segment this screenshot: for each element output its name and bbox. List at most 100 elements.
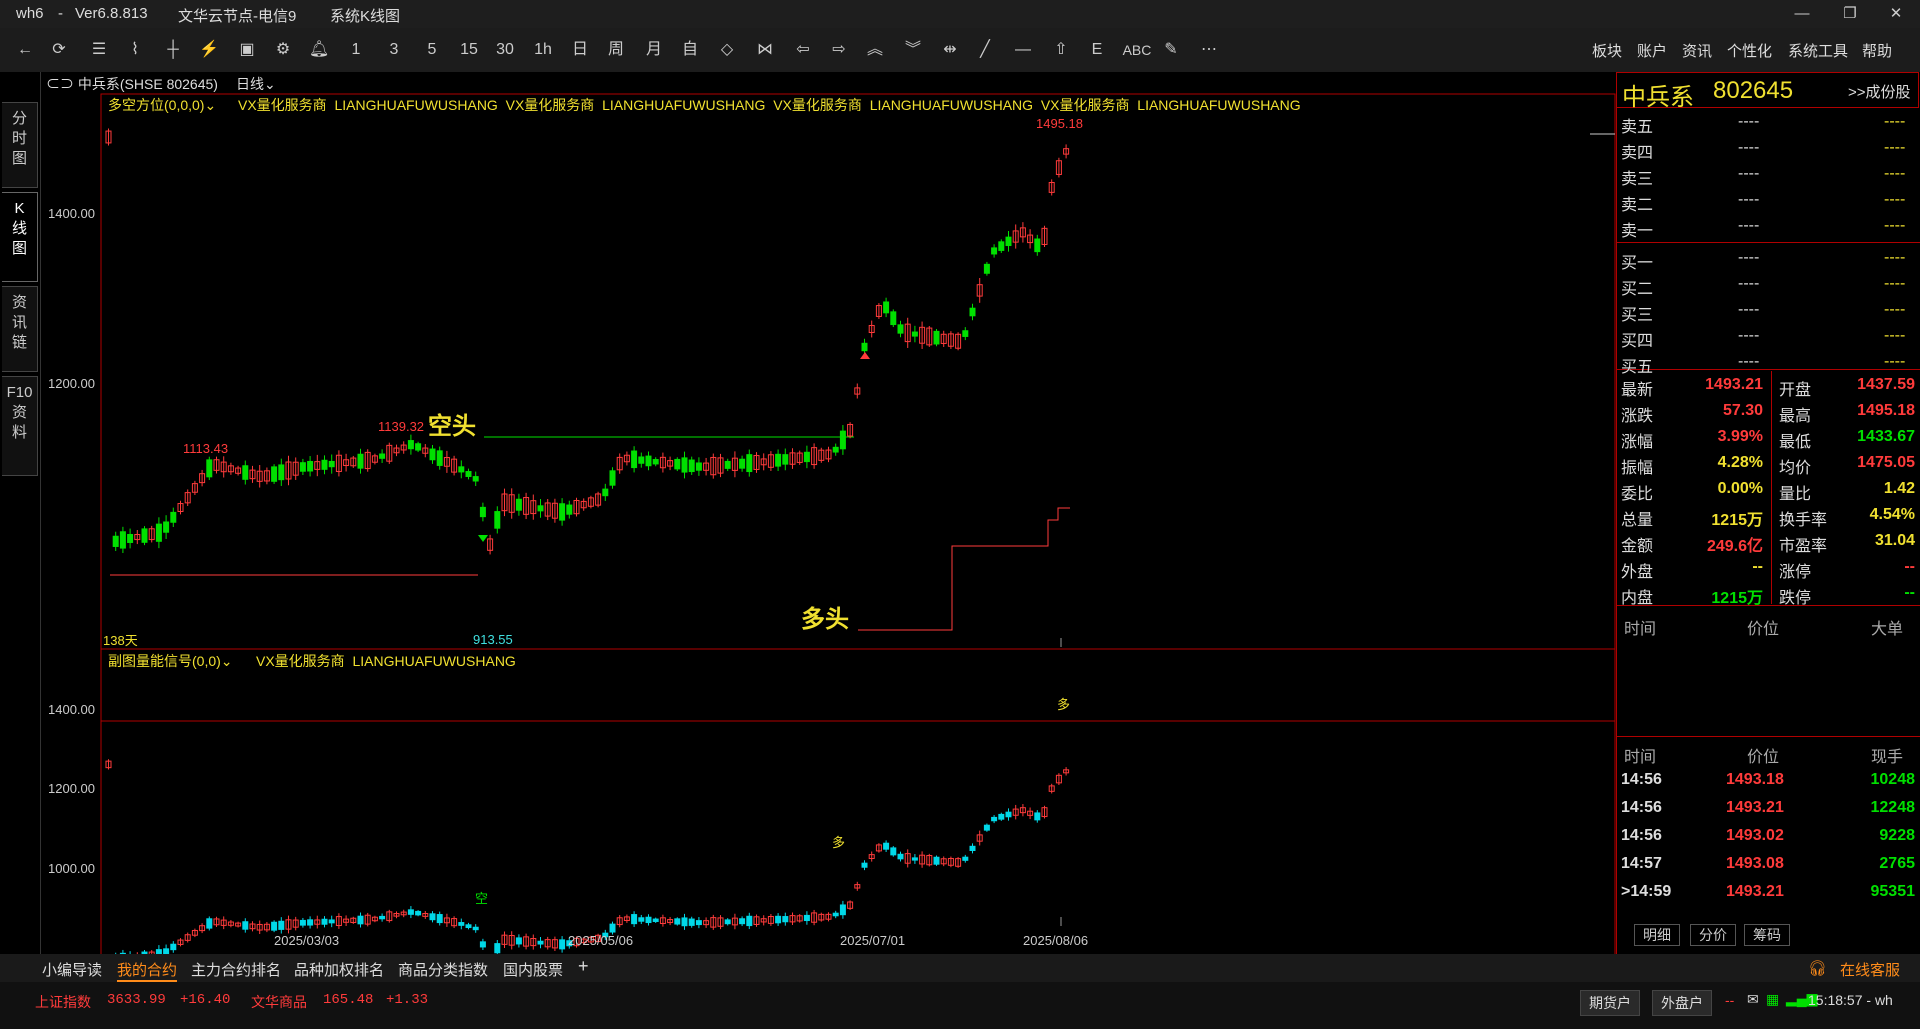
tab-editor-guide[interactable]: 小编导读 — [42, 959, 102, 980]
big-order-header: 时间 价位 大单 — [1616, 612, 1920, 638]
list-view-icon[interactable]: ☰ — [86, 36, 112, 64]
menu-account[interactable]: 账户 — [1637, 40, 1667, 61]
candle — [782, 454, 789, 465]
online-service-link[interactable]: 在线客服 — [1840, 959, 1900, 980]
refresh-icon[interactable]: ⟳ — [46, 36, 72, 64]
ask-row[interactable]: 卖四 ---- ---- — [1616, 136, 1920, 162]
period-week[interactable]: 周 — [604, 36, 628, 64]
menu-sector[interactable]: 板块 — [1592, 40, 1622, 61]
stat-row: 委比 0.00% 量比 1.42 — [1616, 477, 1920, 503]
bid-vol: ---- — [1884, 275, 1906, 292]
close-icon[interactable]: ✕ — [1882, 3, 1910, 25]
quote-panel: 中兵系 802645 >>成份股 卖五 ---- ---- 卖四 ---- ---- 卖… — [1616, 72, 1920, 954]
stat-label: 开盘 — [1779, 382, 1812, 399]
candle-icon[interactable]: ┼ — [160, 36, 186, 64]
bid-row[interactable]: 买一 ---- ---- — [1616, 246, 1920, 272]
alarm-bell-icon[interactable]: 🔔︎ — [306, 36, 332, 64]
restore-icon[interactable]: ❐ — [1836, 3, 1864, 25]
kline-chart[interactable] — [0, 72, 1616, 954]
signal-kong: 空 — [475, 891, 489, 906]
bid-row[interactable]: 买四 ---- ---- — [1616, 324, 1920, 350]
add-tab-button[interactable]: + — [578, 956, 589, 977]
tab-detail[interactable]: 明细 — [1634, 924, 1680, 946]
tab-commodity-index[interactable]: 商品分类指数 — [398, 959, 488, 980]
sub-candle — [652, 918, 659, 922]
stat-label: 最新 — [1621, 382, 1654, 399]
candle — [933, 330, 940, 345]
screen-icon[interactable]: ▣ — [234, 36, 260, 64]
minimize-icon[interactable]: — — [1788, 3, 1816, 25]
bear-annotation: 空头 — [428, 411, 476, 440]
candle — [674, 458, 681, 470]
ask-row[interactable]: 卖五 ---- ---- — [1616, 110, 1920, 136]
app-version: Ver6.8.813 — [75, 5, 148, 22]
more-icon[interactable]: ⋯ — [1196, 36, 1222, 64]
ask-row[interactable]: 卖一 ---- ---- — [1616, 214, 1920, 240]
y-tick-main-1400: 1400.00 — [48, 206, 95, 221]
sub-candle — [775, 915, 782, 924]
tab-domestic-stocks[interactable]: 国内股票 — [503, 959, 563, 980]
period-3min[interactable]: 3 — [382, 36, 406, 64]
text-tool[interactable]: ABC — [1120, 36, 1154, 64]
indicator-icon[interactable]: ⚡ — [196, 36, 222, 64]
fib-icon[interactable]: Ε — [1084, 36, 1110, 64]
flash-order-icon[interactable]: ⚙ — [270, 36, 296, 64]
expand-down-icon[interactable]: ︾ — [900, 36, 926, 64]
period-1h[interactable]: 1h — [530, 36, 556, 64]
ask-row[interactable]: 卖三 ---- ---- — [1616, 162, 1920, 188]
menu-news[interactable]: 资讯 — [1682, 40, 1712, 61]
ask-row[interactable]: 卖二 ---- ---- — [1616, 188, 1920, 214]
bottom-tab-bar: 小编导读 我的合约 主力合约排名 品种加权排名 商品分类指数 国内股票 + 🎧︎… — [0, 954, 1920, 982]
period-30min[interactable]: 30 — [492, 36, 518, 64]
line-chart-icon[interactable]: ⌇ — [122, 36, 148, 64]
back-arrow-icon[interactable]: ← — [12, 36, 38, 64]
futures-account-button[interactable]: 期货户 — [1580, 990, 1640, 1016]
tab-chips[interactable]: 筹码 — [1744, 924, 1790, 946]
stat-label: 内盘 — [1621, 590, 1654, 607]
candle — [652, 459, 659, 465]
period-custom[interactable]: 自 — [678, 36, 702, 64]
hline-icon[interactable]: ― — [1010, 36, 1036, 64]
candle — [307, 460, 314, 472]
expand-up-icon[interactable]: ︽ — [862, 36, 888, 64]
stat-value: 1433.67 — [1857, 428, 1915, 445]
arrow-up-icon[interactable]: ⇧ — [1048, 36, 1074, 64]
pen-icon[interactable]: ✎ — [1158, 36, 1184, 64]
menu-help[interactable]: 帮助 — [1862, 40, 1892, 61]
tab-weighted-rank[interactable]: 品种加权排名 — [294, 959, 384, 980]
message-icon[interactable]: ✉ — [1747, 991, 1759, 1008]
period-1min[interactable]: 1 — [344, 36, 368, 64]
sub-candle — [458, 922, 465, 926]
candle — [278, 464, 285, 481]
sub-candle — [861, 862, 868, 868]
bid-row[interactable]: 买三 ---- ---- — [1616, 298, 1920, 324]
menu-tools[interactable]: 系统工具 — [1788, 40, 1848, 61]
stat-value: 1495.18 — [1857, 402, 1915, 419]
headset-icon[interactable]: 🎧︎ — [1808, 959, 1827, 977]
zoom-out-icon[interactable]: ◇ — [714, 36, 740, 64]
overseas-account-button[interactable]: 外盘户 — [1652, 990, 1712, 1016]
period-15min[interactable]: 15 — [456, 36, 482, 64]
stat-label: 换手率 — [1779, 512, 1828, 529]
menu-personalize[interactable]: 个性化 — [1727, 40, 1772, 61]
candle — [609, 470, 616, 486]
tick-hand: 10248 — [1870, 771, 1916, 788]
constituents-link[interactable]: >>成份股 — [1848, 81, 1911, 102]
period-month[interactable]: 月 — [642, 36, 666, 64]
stat-value: -- — [1904, 558, 1915, 575]
draw-line-icon[interactable]: ╱ — [972, 36, 998, 64]
scroll-right-icon[interactable]: ⇨ — [826, 36, 852, 64]
period-day[interactable]: 日 — [568, 36, 592, 64]
tab-main-contract-rank[interactable]: 主力合约排名 — [191, 959, 281, 980]
bid-row[interactable]: 买二 ---- ---- — [1616, 272, 1920, 298]
candle — [299, 462, 306, 472]
zoom-in-icon[interactable]: ⋈ — [752, 36, 778, 64]
crosshair-icon[interactable]: ⇹ — [936, 36, 964, 64]
scroll-left-icon[interactable]: ⇦ — [790, 36, 816, 64]
period-5min[interactable]: 5 — [420, 36, 444, 64]
calculator-icon[interactable]: ▦ — [1766, 991, 1779, 1008]
tab-my-contracts[interactable]: 我的合约 — [117, 959, 178, 982]
tab-price-dist[interactable]: 分价 — [1690, 924, 1736, 946]
candle — [242, 465, 249, 480]
sub-candle — [991, 816, 998, 822]
